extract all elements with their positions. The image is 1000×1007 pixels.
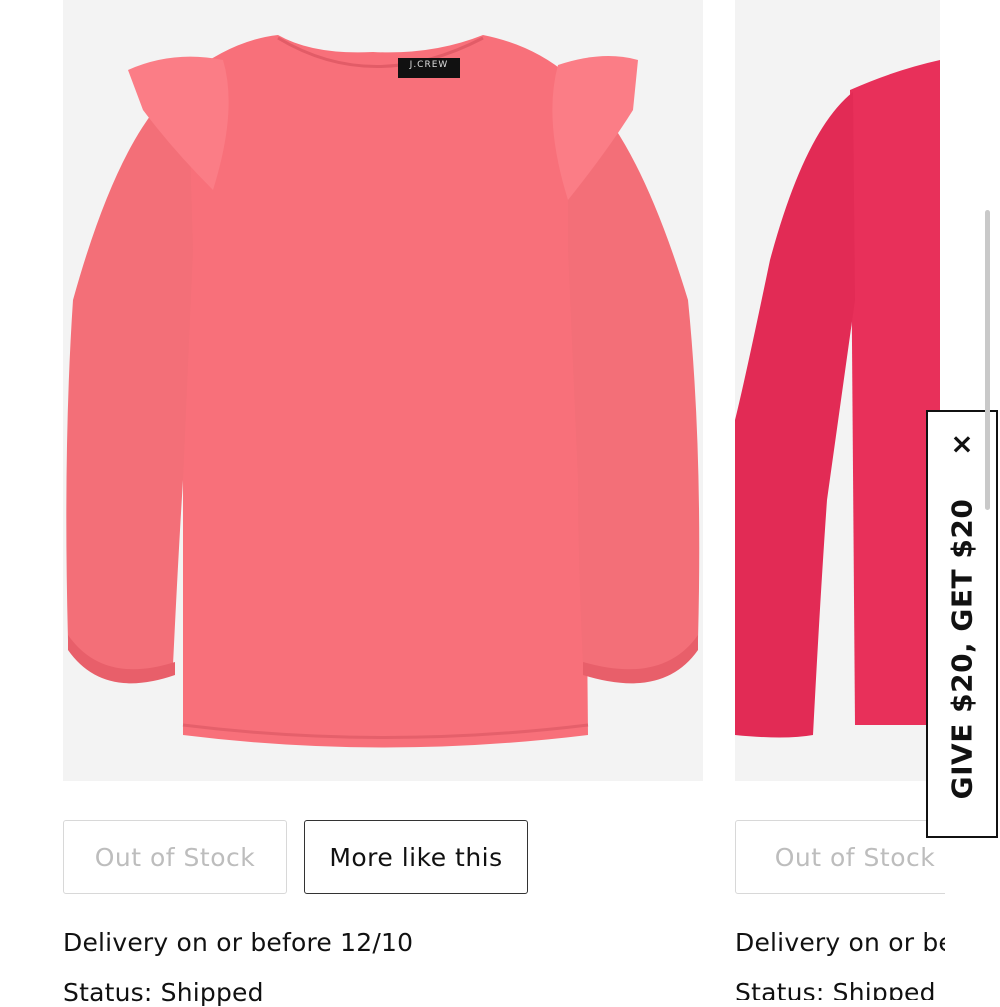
order-status: Status: Shipped — [735, 978, 936, 1000]
delivery-date: Delivery on or before 12/10 — [735, 928, 945, 957]
product-card: Out of Stock Delivery on or before 12/10… — [735, 0, 945, 1000]
out-of-stock-button[interactable]: Out of Stock — [735, 820, 945, 894]
promo-label: GIVE $20, GET $20 — [945, 499, 979, 800]
product-image[interactable] — [735, 0, 940, 781]
delivery-date: Delivery on or before 12/10 — [63, 928, 414, 957]
scrollbar[interactable] — [985, 210, 990, 510]
more-like-this-button[interactable]: More like this — [304, 820, 528, 894]
product-image[interactable]: J.CREW — [63, 0, 703, 781]
brand-tag-label: J.CREW — [409, 60, 449, 70]
out-of-stock-button[interactable]: Out of Stock — [63, 820, 287, 894]
raspberry-top-image — [735, 60, 940, 738]
coral-ruffle-top-image — [66, 35, 700, 748]
order-status: Status: Shipped — [63, 978, 264, 1007]
